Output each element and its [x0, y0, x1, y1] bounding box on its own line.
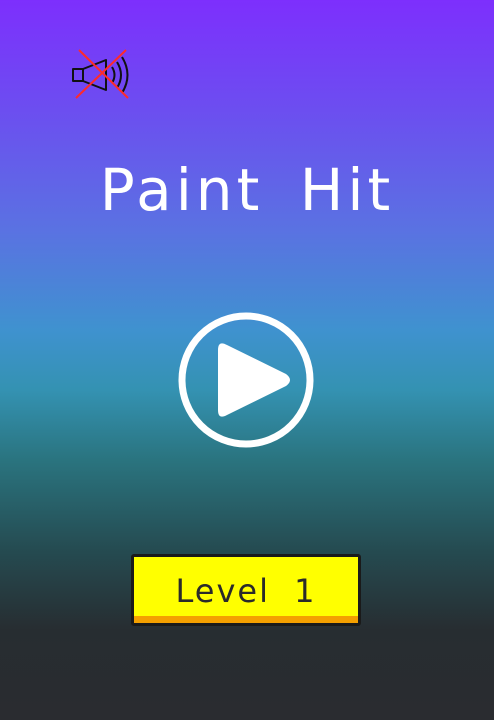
sound-toggle-button[interactable]: [70, 48, 134, 102]
game-screen: Paint Hit Level 1: [0, 0, 494, 720]
level-label: Level 1: [175, 572, 317, 610]
level-button[interactable]: Level 1: [131, 554, 361, 626]
play-button[interactable]: [176, 310, 316, 450]
game-title: Paint Hit: [99, 156, 395, 224]
play-icon: [178, 312, 314, 448]
speaker-muted-icon: [72, 49, 129, 99]
